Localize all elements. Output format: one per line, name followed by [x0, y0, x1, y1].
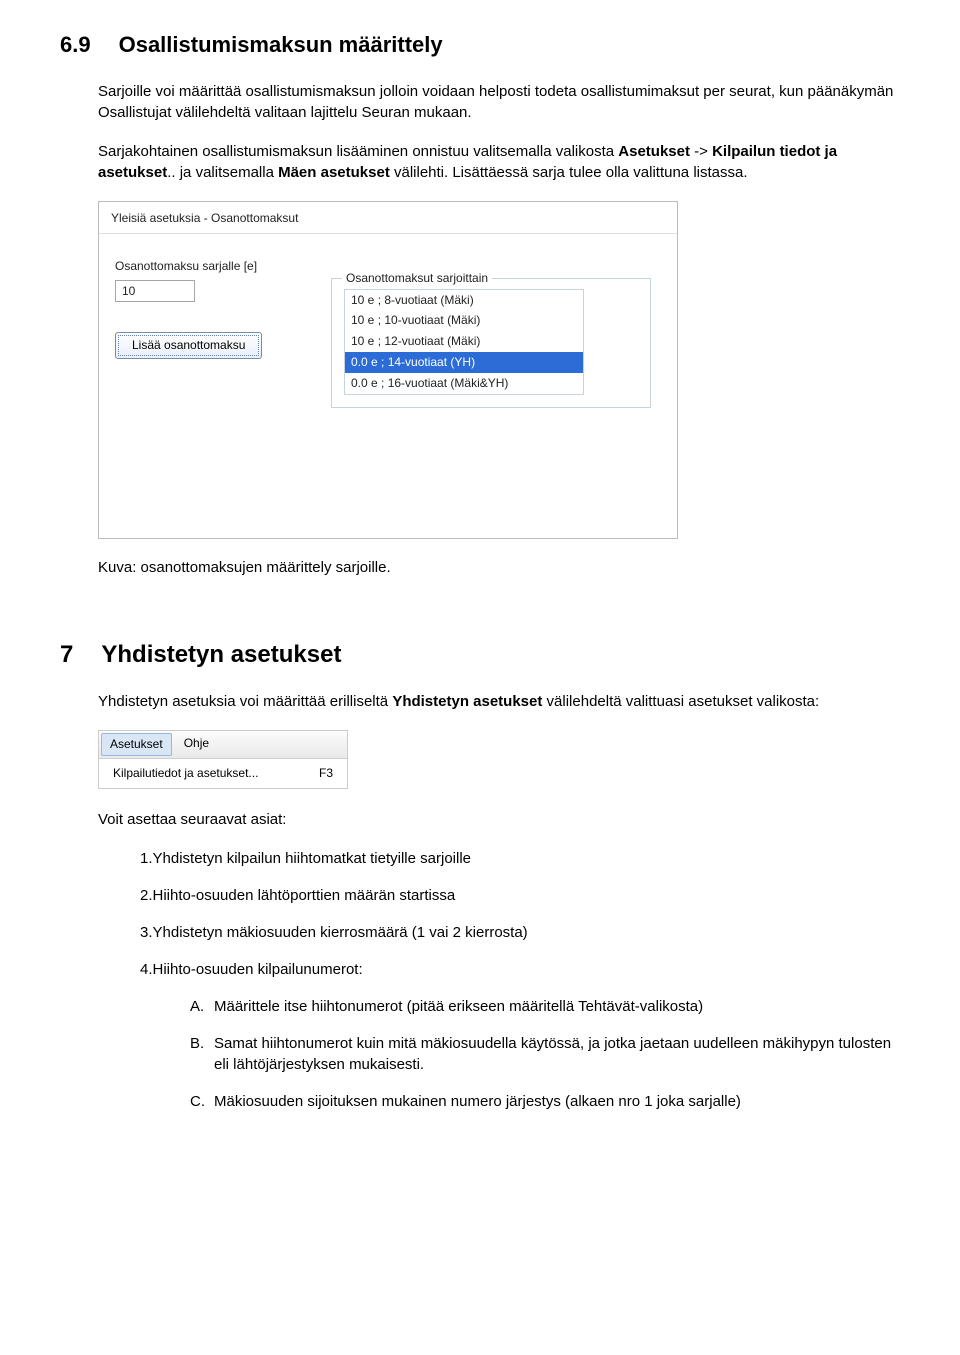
fee-list-legend: Osanottomaksut sarjoittain: [342, 270, 492, 287]
list-item: C.Mäkiosuuden sijoituksen mukainen numer…: [190, 1091, 900, 1112]
menu-ohje[interactable]: Ohje: [174, 731, 219, 758]
menu-item-label: Kilpailutiedot ja asetukset...: [113, 765, 258, 782]
menu-item-shortcut: F3: [319, 765, 333, 782]
menu-screenshot: Asetukset Ohje Kilpailutiedot ja asetuks…: [98, 730, 348, 789]
paragraph: Sarjakohtainen osallistumismaksun lisääm…: [98, 141, 900, 183]
fee-listbox[interactable]: 10 e ; 8-vuotiaat (Mäki) 10 e ; 10-vuoti…: [344, 289, 584, 395]
list-item[interactable]: 10 e ; 10-vuotiaat (Mäki): [345, 310, 583, 331]
list-item: 2.Hiihto-osuuden lähtöporttien määrän st…: [140, 885, 900, 906]
list-item-selected[interactable]: 0.0 e ; 14-vuotiaat (YH): [345, 352, 583, 373]
list-item: A.Määrittele itse hiihtonumerot (pitää e…: [190, 996, 900, 1017]
list-item[interactable]: 10 e ; 8-vuotiaat (Mäki): [345, 290, 583, 311]
fee-list-fieldset: Osanottomaksut sarjoittain 10 e ; 8-vuot…: [331, 278, 651, 408]
section-heading-7: 7 Yhdistetyn asetukset: [60, 638, 900, 672]
menu-item[interactable]: Kilpailutiedot ja asetukset... F3: [99, 759, 347, 788]
add-fee-button[interactable]: Lisää osanottomaksu: [115, 332, 262, 359]
dialog-title: Yleisiä asetuksia - Osanottomaksut: [99, 202, 677, 234]
paragraph: Sarjoille voi määrittää osallistumismaks…: [98, 81, 900, 123]
list-item: 1.Yhdistetyn kilpailun hiihtomatkat tiet…: [140, 848, 900, 869]
list-item: 4.Hiihto-osuuden kilpailunumerot:: [140, 959, 900, 980]
section-title: Osallistumismaksun määrittely: [119, 32, 443, 57]
section-number: 7: [60, 638, 73, 672]
fee-label: Osanottomaksu sarjalle [e]: [115, 258, 295, 275]
section-number: 6.9: [60, 30, 91, 61]
list-item: B.Samat hiihtonumerot kuin mitä mäkiosuu…: [190, 1033, 900, 1075]
list-item[interactable]: 0.0 e ; 16-vuotiaat (Mäki&YH): [345, 373, 583, 394]
numbered-list: 1.Yhdistetyn kilpailun hiihtomatkat tiet…: [140, 848, 900, 980]
list-item: 3.Yhdistetyn mäkiosuuden kierrosmäärä (1…: [140, 922, 900, 943]
list-item[interactable]: 10 e ; 12-vuotiaat (Mäki): [345, 331, 583, 352]
dialog-window: Yleisiä asetuksia - Osanottomaksut Osano…: [98, 201, 678, 539]
section-heading-6-9: 6.9 Osallistumismaksun määrittely: [60, 30, 900, 61]
paragraph: Yhdistetyn asetuksia voi määrittää erill…: [98, 691, 900, 712]
menu-asetukset[interactable]: Asetukset: [101, 733, 172, 756]
menubar: Asetukset Ohje: [99, 731, 347, 759]
alpha-list: A.Määrittele itse hiihtonumerot (pitää e…: [190, 996, 900, 1112]
figure-caption: Kuva: osanottomaksujen määrittely sarjoi…: [98, 557, 900, 578]
fee-input[interactable]: 10: [115, 280, 195, 302]
section-title: Yhdistetyn asetukset: [101, 641, 341, 668]
paragraph: Voit asettaa seuraavat asiat:: [98, 809, 900, 830]
